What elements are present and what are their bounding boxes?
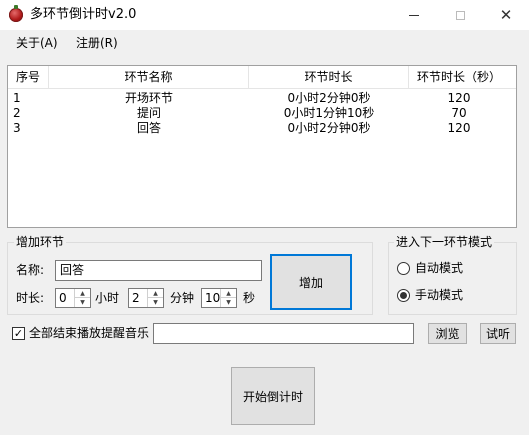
music-path-input[interactable] (153, 323, 414, 344)
cell-index: 2 (13, 106, 21, 120)
minutes-unit-label: 分钟 (170, 291, 195, 305)
cell-name: 提问 (136, 106, 161, 120)
add-button[interactable]: 增加 (270, 254, 352, 310)
window-title: 多环节倒计时v2.0 (30, 7, 137, 22)
duration-label: 时长: (16, 291, 45, 305)
play-music-checkbox[interactable]: ✓ (12, 327, 25, 340)
next-mode-group: 进入下一环节模式 (388, 235, 517, 315)
menu-register[interactable]: 注册(R) (76, 36, 118, 50)
close-button[interactable]: ✕ (483, 0, 529, 30)
test-listen-button[interactable]: 试听 (480, 323, 516, 344)
cell-seconds: 120 (447, 91, 471, 105)
auto-mode-radio[interactable] (397, 262, 410, 275)
next-mode-group-title: 进入下一环节模式 (394, 235, 495, 249)
column-header-name[interactable]: 环节名称 (49, 66, 249, 88)
cell-seconds: 120 (447, 121, 471, 135)
manual-mode-radio[interactable] (397, 289, 410, 302)
auto-mode-label[interactable]: 自动模式 (415, 261, 463, 275)
cell-duration: 0小时2分钟0秒 (287, 91, 371, 105)
app-icon (9, 5, 23, 22)
manual-mode-label[interactable]: 手动模式 (415, 288, 463, 302)
hours-value: 0 (59, 291, 67, 305)
start-countdown-button[interactable]: 开始倒计时 (231, 367, 315, 425)
add-segment-group-title: 增加环节 (14, 235, 67, 249)
segment-list[interactable]: 序号 环节名称 环节时长 环节时长（秒） 1 开场环节 0小时2分钟0秒 120… (7, 65, 517, 228)
maximize-icon (455, 10, 465, 20)
hours-unit-label: 小时 (95, 291, 120, 305)
segment-name-input[interactable]: 回答 (55, 260, 262, 281)
column-header-index[interactable]: 序号 (8, 66, 49, 88)
minutes-value: 2 (132, 291, 140, 305)
minimize-icon (409, 14, 419, 16)
minutes-spinner[interactable]: 2 ▲ ▼ (128, 288, 164, 308)
list-header: 序号 环节名称 环节时长 环节时长（秒） (8, 66, 516, 89)
menu-about[interactable]: 关于(A) (16, 36, 58, 50)
seconds-spinner[interactable]: 10 ▲ ▼ (201, 288, 237, 308)
hours-down-icon[interactable]: ▼ (75, 298, 90, 307)
minutes-down-icon[interactable]: ▼ (148, 298, 163, 307)
seconds-down-icon[interactable]: ▼ (221, 298, 236, 307)
seconds-value: 10 (205, 291, 221, 305)
name-label: 名称: (16, 263, 45, 277)
table-row[interactable]: 2 提问 0小时1分钟10秒 70 (8, 106, 516, 121)
close-icon: ✕ (499, 5, 513, 24)
title-bar: 多环节倒计时v2.0 ✕ (0, 0, 529, 30)
table-row[interactable]: 3 回答 0小时2分钟0秒 120 (8, 121, 516, 136)
column-header-seconds[interactable]: 环节时长（秒） (409, 66, 509, 88)
maximize-button (437, 0, 483, 30)
hours-up-icon[interactable]: ▲ (75, 289, 90, 298)
table-row[interactable]: 1 开场环节 0小时2分钟0秒 120 (8, 91, 516, 106)
minutes-up-icon[interactable]: ▲ (148, 289, 163, 298)
menu-bar: 关于(A) 注册(R) (0, 30, 529, 56)
cell-seconds: 70 (451, 106, 467, 120)
cell-duration: 0小时2分钟0秒 (287, 121, 371, 135)
minimize-button[interactable] (391, 0, 437, 30)
cell-name: 回答 (136, 121, 161, 135)
play-music-label[interactable]: 全部结束播放提醒音乐 (29, 326, 149, 340)
cell-duration: 0小时1分钟10秒 (283, 106, 375, 120)
cell-index: 3 (13, 121, 21, 135)
cell-index: 1 (13, 91, 21, 105)
browse-button[interactable]: 浏览 (428, 323, 467, 344)
seconds-up-icon[interactable]: ▲ (221, 289, 236, 298)
cell-name: 开场环节 (124, 91, 173, 105)
column-header-duration[interactable]: 环节时长 (249, 66, 409, 88)
seconds-unit-label: 秒 (243, 291, 256, 305)
hours-spinner[interactable]: 0 ▲ ▼ (55, 288, 91, 308)
